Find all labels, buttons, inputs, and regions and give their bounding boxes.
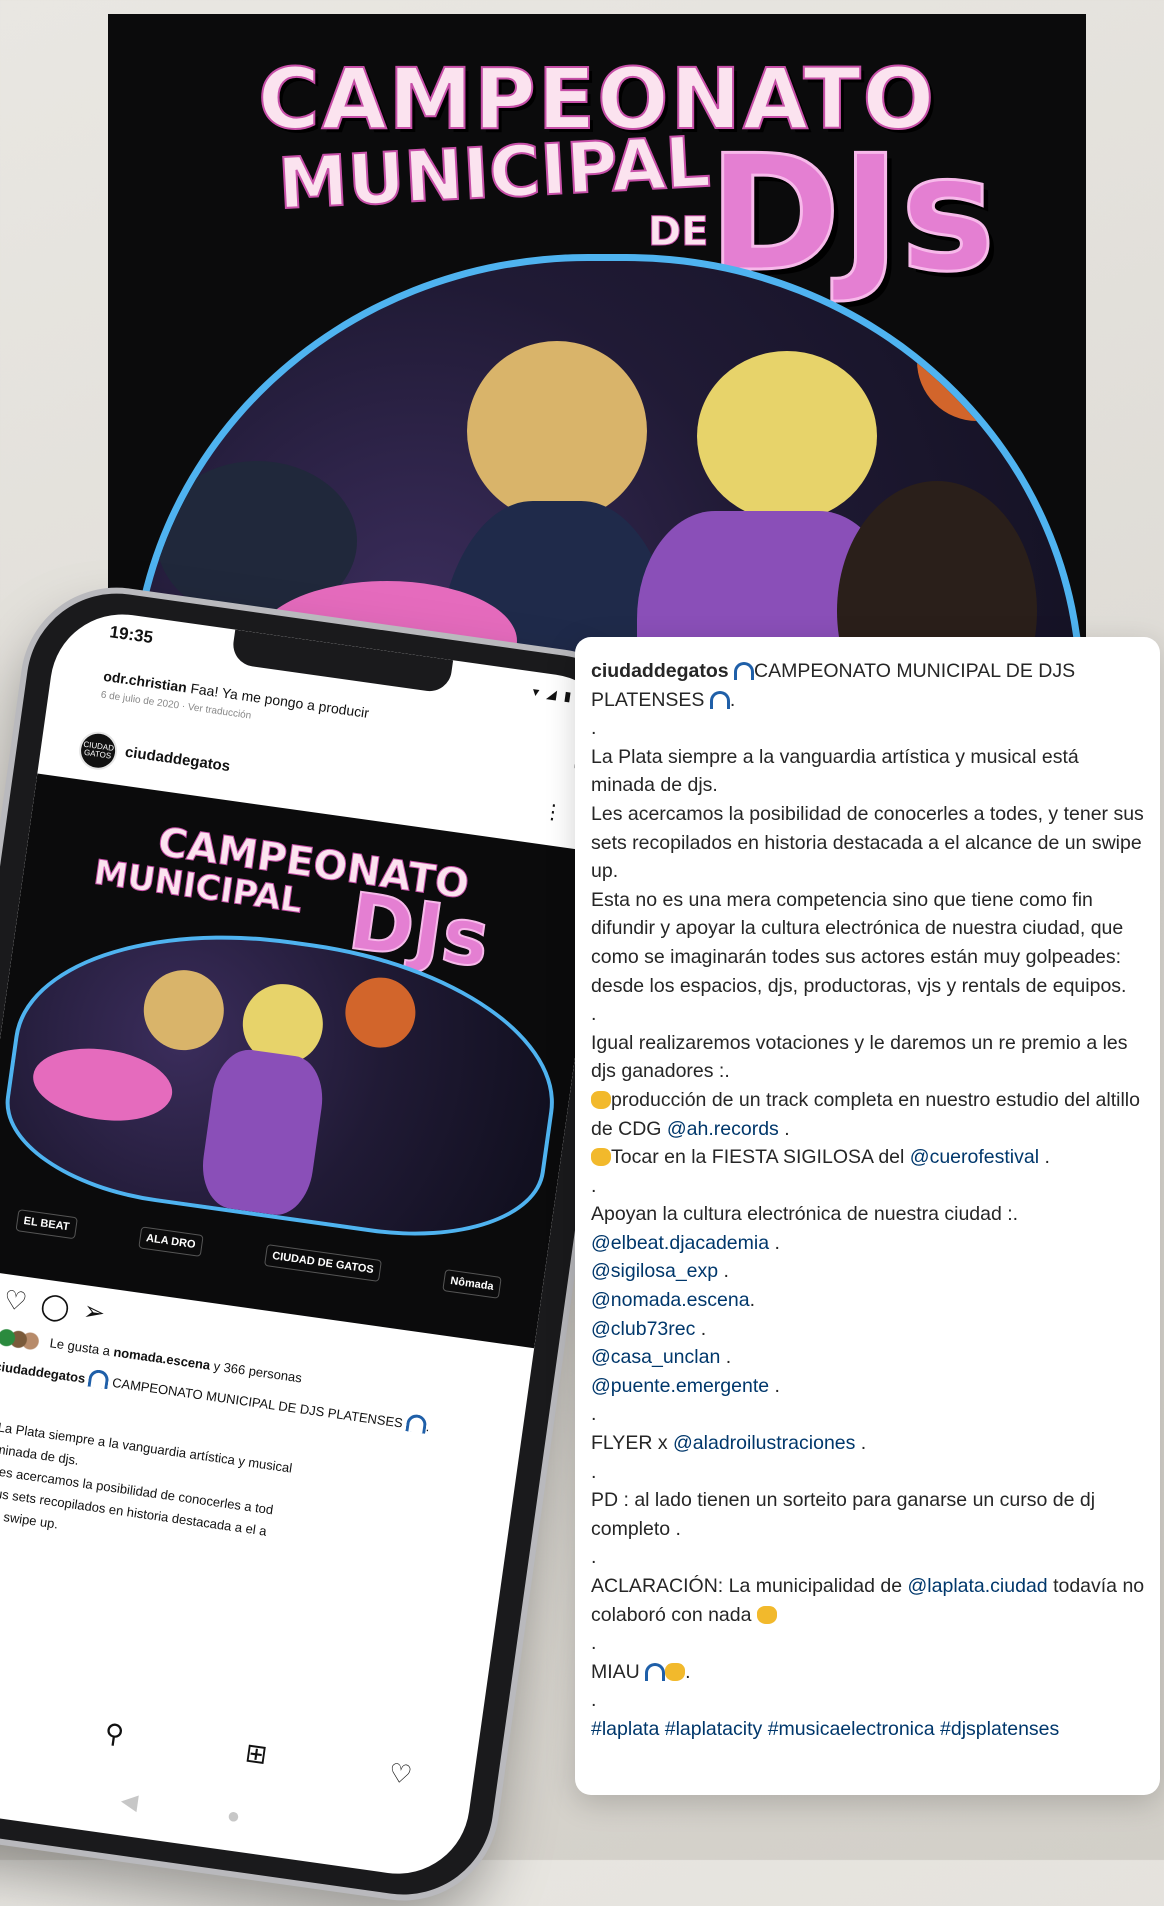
- caption-paragraph: La Plata siempre a la vanguardia artísti…: [591, 745, 1079, 797]
- avatar[interactable]: CIUDAD GATOS: [76, 729, 120, 773]
- mention-link[interactable]: @elbeat.djacademia: [591, 1232, 769, 1254]
- status-icons: ▾ ◢ ▮: [531, 683, 575, 705]
- headphones-icon: [734, 662, 755, 680]
- sponsor-logo: EL BEAT: [15, 1209, 78, 1240]
- cat-emoji-icon: [591, 1148, 611, 1167]
- poster-title-de: DE: [648, 209, 710, 256]
- caption-username[interactable]: ciudaddegatos: [0, 1358, 86, 1386]
- mention-link[interactable]: @laplata.ciudad: [908, 1575, 1048, 1597]
- mention-link[interactable]: @casa_unclan: [591, 1346, 720, 1368]
- cat-emoji-icon: [591, 1090, 611, 1109]
- share-icon[interactable]: ➢: [81, 1295, 121, 1330]
- mention-link[interactable]: @club73rec: [591, 1318, 695, 1340]
- cat-emoji-icon: [665, 1662, 686, 1681]
- caption-paragraph: Esta no es una mera competencia sino que…: [591, 888, 1127, 997]
- aclaracion-prefix: ACLARACIÓN: La municipalidad de: [591, 1575, 903, 1597]
- caption-paragraph: Igual realizaremos votaciones y le darem…: [591, 1031, 1128, 1083]
- home-button-icon[interactable]: ●: [225, 1802, 242, 1830]
- comment-icon[interactable]: ◯: [39, 1289, 86, 1325]
- headphones-icon: [645, 1662, 666, 1681]
- support-intro: Apoyan la cultura electrónica de nuestra…: [591, 1203, 1019, 1226]
- phone-mockup: 19:35 ▾ ◢ ▮ odr.christian Faa! Ya me pon…: [0, 582, 654, 1906]
- search-icon[interactable]: ⚲: [103, 1717, 126, 1750]
- caption-paragraph: PD : al lado tienen un sorteito para gan…: [591, 1489, 1096, 1540]
- mention-link[interactable]: @cuerofestival: [910, 1146, 1039, 1168]
- liker-avatars: [0, 1327, 42, 1352]
- prize-text: Tocar en la FIESTA SIGILOSA del: [611, 1146, 905, 1169]
- mention-link[interactable]: @sigilosa_exp: [591, 1260, 718, 1282]
- phone-screen: 19:35 ▾ ◢ ▮ odr.christian Faa! Ya me pon…: [0, 605, 628, 1883]
- likes-user[interactable]: nomada.escena: [113, 1344, 212, 1372]
- activity-icon[interactable]: ♡: [387, 1757, 414, 1791]
- headphones-icon: [709, 690, 730, 709]
- caption-username[interactable]: ciudaddegatos: [591, 660, 729, 682]
- like-icon[interactable]: ♡: [2, 1284, 43, 1319]
- headphones-icon: [87, 1368, 111, 1390]
- more-options-icon[interactable]: ⋮: [541, 798, 564, 826]
- sponsor-logo: ALA DRO: [137, 1226, 204, 1257]
- mention-link[interactable]: @puente.emergente: [591, 1375, 769, 1397]
- sponsor-logo: CIUDAD DE GATOS: [263, 1244, 383, 1282]
- cat-emoji-icon: [756, 1605, 777, 1624]
- caption-preview-body: La Plata siempre a la vanguardia artísti…: [0, 1416, 505, 1596]
- post-image[interactable]: CAMPEONATO MUNICIPAL DJs EL BEAT ALA DRO…: [0, 773, 604, 1349]
- headphones-icon: [405, 1413, 428, 1434]
- likes-suffix: y 366 personas: [212, 1358, 303, 1386]
- flyer-prefix: FLYER x: [591, 1432, 668, 1455]
- miau-text: MIAU: [591, 1660, 640, 1683]
- caption-card: ciudaddegatos CAMPEONATO MUNICIPAL DE DJ…: [575, 637, 1160, 1795]
- add-post-icon[interactable]: ⊞: [243, 1737, 269, 1771]
- mention-link[interactable]: @nomada.escena: [591, 1289, 750, 1311]
- mention-link[interactable]: @aladroilustraciones: [673, 1432, 855, 1454]
- back-icon[interactable]: ◀: [119, 1787, 139, 1815]
- post-actions: ♡◯➢: [2, 1284, 121, 1331]
- post-username[interactable]: ciudaddegatos: [124, 744, 231, 776]
- sponsor-logo: Nômada: [442, 1269, 502, 1299]
- caption-text: ciudaddegatos CAMPEONATO MUNICIPAL DE DJ…: [591, 657, 1146, 1744]
- mention-link[interactable]: @ah.records: [667, 1118, 779, 1140]
- hashtags[interactable]: #laplata #laplatacity #musicaelectronica…: [591, 1715, 1146, 1744]
- status-time: 19:35: [108, 622, 155, 648]
- caption-paragraph: Les acercamos la posibilidad de conocerl…: [591, 802, 1144, 883]
- likes-prefix: Le gusta a: [48, 1335, 112, 1359]
